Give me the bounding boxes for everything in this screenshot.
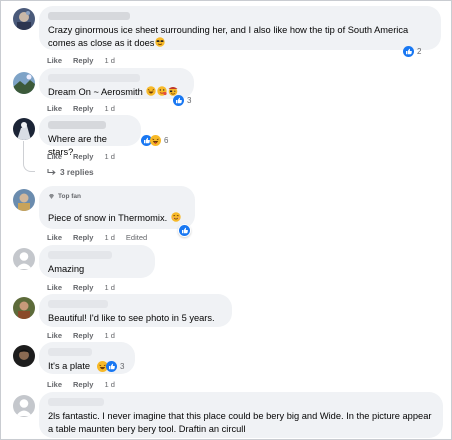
comment-text: Dream On ~ Aerosmith [48, 87, 143, 97]
comment-text: It's a plate [48, 361, 91, 371]
like-icon [106, 361, 117, 372]
author-name[interactable] [48, 300, 108, 308]
rock-face-icon [157, 86, 168, 96]
like-button[interactable]: Like [47, 283, 62, 292]
timestamp[interactable]: 1 d [104, 233, 114, 242]
comment-bubble: 2ls fantastic. I never imagine that this… [39, 392, 443, 438]
like-button[interactable]: Like [47, 331, 62, 340]
timestamp[interactable]: 1 d [104, 104, 114, 113]
like-icon [179, 225, 190, 236]
comment-bubble: Beautiful! I'd like to see photo in 5 ye… [39, 294, 232, 327]
edited-label: Edited [125, 232, 148, 242]
like-button[interactable]: Like [47, 104, 62, 113]
reaction-count: 3 [187, 96, 192, 105]
author-name[interactable] [48, 251, 112, 259]
author-name[interactable] [48, 121, 106, 129]
reply-button[interactable]: Reply [73, 152, 93, 161]
avatar[interactable] [13, 8, 35, 30]
comments-panel: Crazy ginormous ice sheet surrounding he… [0, 0, 452, 440]
comment-text: Piece of snow in Thermomix. [48, 213, 168, 223]
reply-arrow-icon [47, 169, 56, 175]
haha-icon [150, 135, 161, 146]
comment-actions: Like Reply 1 d [47, 103, 115, 113]
reply-button[interactable]: Reply [73, 380, 93, 389]
avatar[interactable] [13, 297, 35, 319]
comment-actions: Like Reply 1 d [47, 330, 115, 340]
comment-bubble: Amazing [39, 245, 155, 278]
comment-text: Crazy ginormous ice sheet surrounding he… [48, 25, 409, 48]
reply-button[interactable]: Reply [73, 56, 93, 65]
top-fan-label: Top fan [58, 193, 81, 200]
reaction-summary[interactable]: 3 [173, 95, 191, 106]
reaction-summary[interactable]: 6 [141, 135, 168, 146]
like-icon [403, 46, 414, 57]
top-fan-badge: Top fan [48, 192, 185, 201]
avatar[interactable] [13, 189, 35, 211]
comment-text: 2ls fantastic. I never imagine that this… [48, 411, 432, 434]
author-name[interactable] [48, 398, 104, 406]
timestamp[interactable]: 1 d [104, 56, 114, 65]
like-icon [173, 95, 184, 106]
comment-bubble: Crazy ginormous ice sheet surrounding he… [39, 6, 441, 50]
like-button[interactable]: Like [47, 152, 62, 161]
reply-button[interactable]: Reply [73, 233, 93, 242]
comment-actions: Like Reply 1 d [47, 55, 115, 65]
author-name[interactable] [48, 348, 92, 356]
reaction-summary[interactable]: 3 [97, 361, 124, 372]
replies-count-label: 3 replies [60, 167, 94, 177]
laughing-face-icon [146, 86, 157, 96]
reply-button[interactable]: Reply [73, 331, 93, 340]
comment-bubble: Top fan Piece of snow in Thermomix. [39, 186, 195, 229]
avatar[interactable] [13, 345, 35, 367]
thread-connector [23, 141, 35, 172]
author-name[interactable] [48, 74, 140, 82]
diamond-icon [48, 193, 55, 200]
reply-button[interactable]: Reply [73, 283, 93, 292]
comment-text: Amazing [48, 264, 85, 274]
comment-bubble: Dream On ~ Aerosmith [39, 68, 194, 99]
reaction-count: 3 [120, 362, 125, 371]
like-button[interactable]: Like [47, 233, 62, 242]
timestamp[interactable]: 1 d [104, 152, 114, 161]
avatar[interactable] [13, 72, 35, 94]
comment-actions: Like Reply 1 d [47, 379, 115, 389]
avatar[interactable] [13, 118, 35, 140]
like-button[interactable]: Like [47, 380, 62, 389]
avatar[interactable] [13, 248, 35, 270]
reaction-summary[interactable] [178, 224, 191, 237]
reaction-count: 2 [417, 47, 422, 56]
comment-bubble: Where are the stars? [39, 115, 141, 157]
smiling-face-icon [171, 212, 181, 222]
like-button[interactable]: Like [47, 56, 62, 65]
timestamp[interactable]: 1 d [104, 380, 114, 389]
avatar[interactable] [13, 395, 35, 417]
comment-actions: Like Reply 1 d Edited [47, 232, 147, 242]
reaction-count: 6 [164, 136, 169, 145]
reaction-summary[interactable]: 2 [403, 46, 421, 57]
comment-text: Beautiful! I'd like to see photo in 5 ye… [48, 313, 215, 323]
comment-actions: Like Reply 1 d [47, 151, 115, 161]
comment-actions: Like Reply 1 d [47, 282, 115, 292]
view-replies-link[interactable]: 3 replies [47, 167, 94, 177]
sunglasses-face-icon [155, 37, 166, 47]
author-name[interactable] [48, 12, 130, 20]
timestamp[interactable]: 1 d [104, 331, 114, 340]
timestamp[interactable]: 1 d [104, 283, 114, 292]
reply-button[interactable]: Reply [73, 104, 93, 113]
